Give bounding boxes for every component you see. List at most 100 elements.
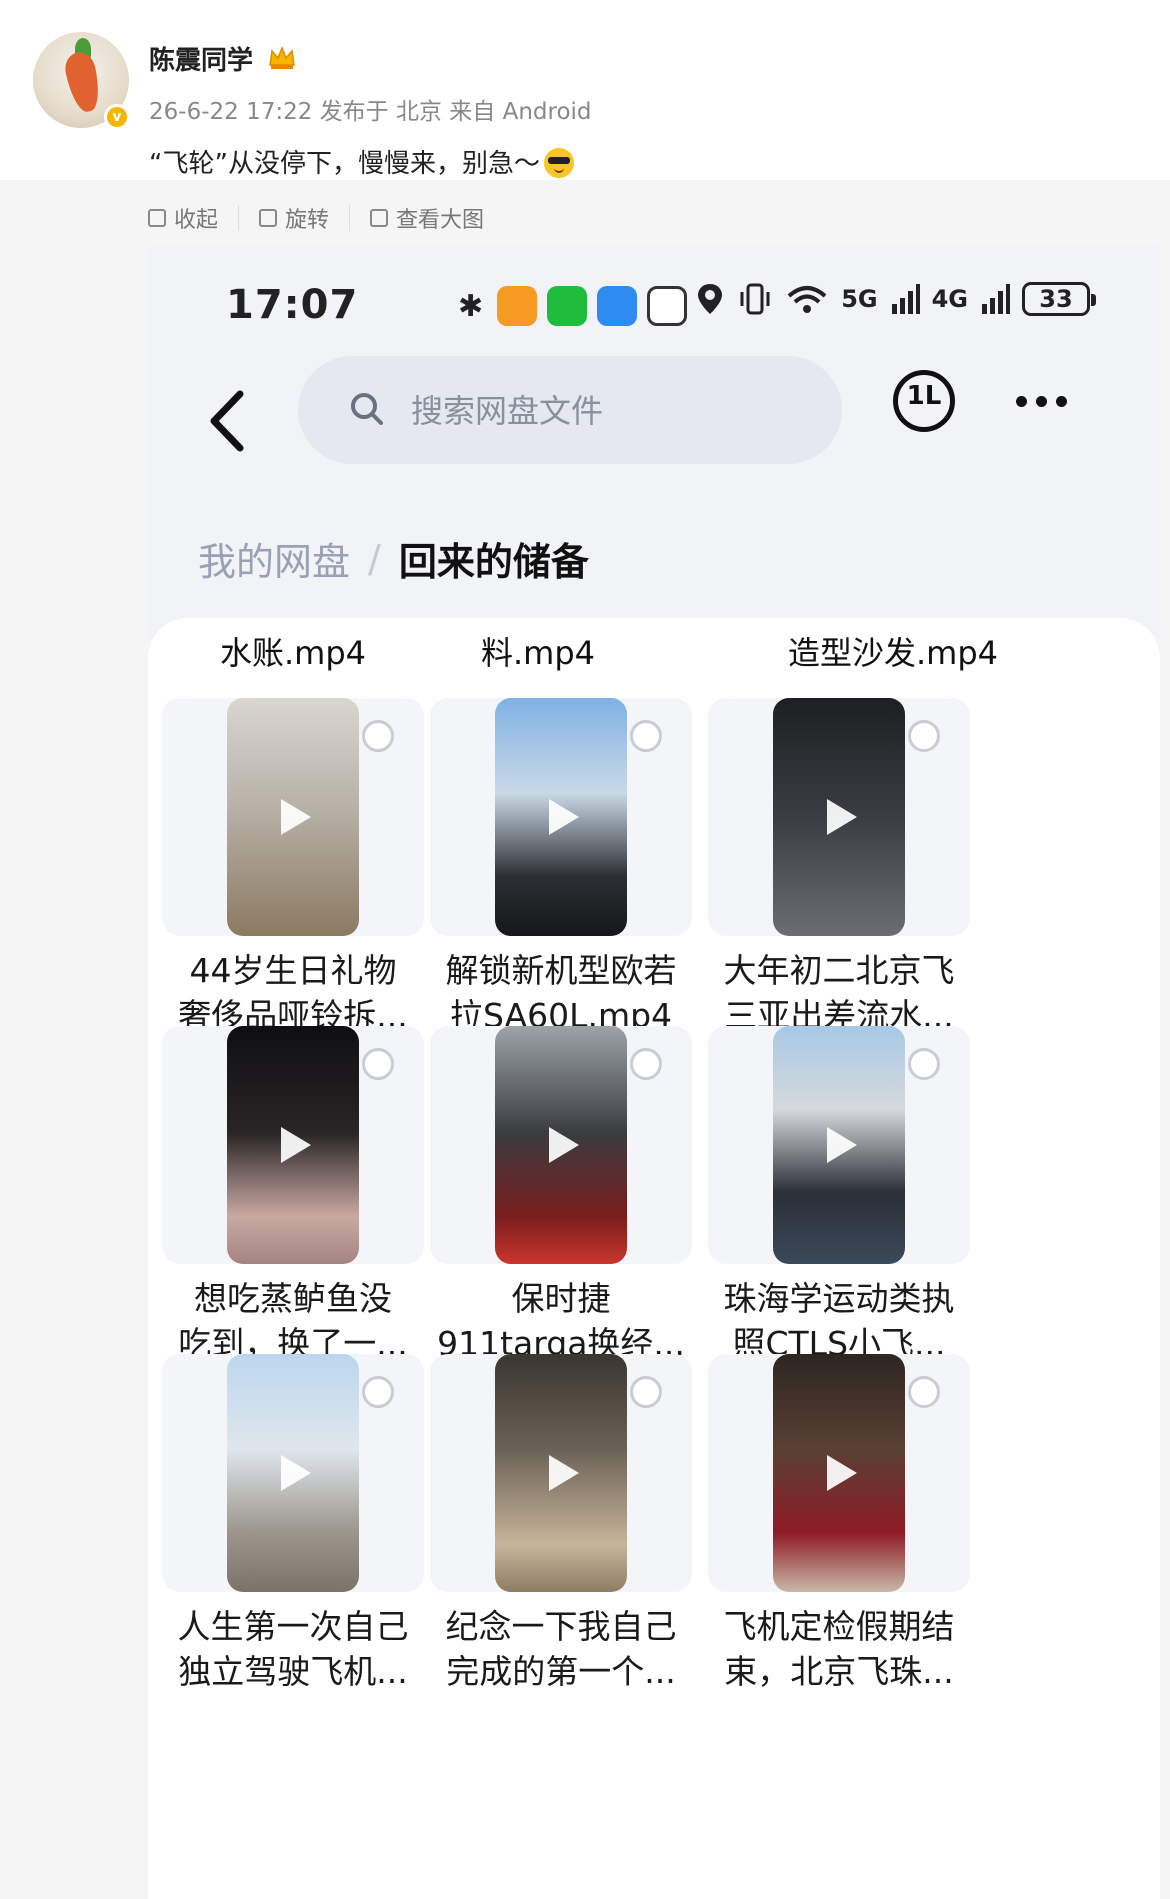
video-thumbnail[interactable] bbox=[773, 1354, 905, 1592]
file-name-line1: 想吃蒸鲈鱼没 bbox=[194, 1279, 392, 1318]
file-name[interactable]: 纪念一下我自己 完成的第一个... bbox=[411, 1604, 711, 1694]
select-checkbox[interactable] bbox=[630, 1376, 662, 1408]
search-icon bbox=[351, 393, 383, 425]
vibrate-icon bbox=[740, 283, 770, 315]
play-icon bbox=[549, 1455, 579, 1491]
file-name[interactable]: 大年初二北京飞 三亚出差流水... bbox=[689, 948, 989, 1038]
video-thumbnail[interactable] bbox=[227, 1026, 359, 1264]
breadcrumb-separator: / bbox=[368, 536, 381, 581]
signal-bars-icon bbox=[982, 284, 1010, 314]
status-notification-icons: ✱ bbox=[458, 286, 688, 326]
bluetooth-icon: ✱ bbox=[458, 288, 484, 324]
video-tile[interactable] bbox=[708, 1354, 970, 1592]
post-header: v 陈震同学 26-6-22 17:22 发布于 北京 来自 Android “… bbox=[0, 0, 1170, 180]
post-meta: 26-6-22 17:22 发布于 北京 来自 Android bbox=[149, 99, 592, 125]
breadcrumb: 我的网盘 / 回来的储备 bbox=[198, 531, 589, 586]
video-tile[interactable] bbox=[162, 698, 424, 936]
file-name-partial[interactable]: 造型沙发.mp4 bbox=[713, 628, 1073, 674]
video-thumbnail[interactable] bbox=[773, 1026, 905, 1264]
breadcrumb-root[interactable]: 我的网盘 bbox=[198, 531, 350, 586]
file-name-line1: 珠海学运动类执 bbox=[723, 1279, 955, 1318]
status-system-icons: 5G 4G 33 bbox=[695, 282, 1096, 316]
file-name-line1: 大年初二北京飞 bbox=[723, 951, 955, 990]
select-checkbox[interactable] bbox=[908, 1376, 940, 1408]
video-thumbnail[interactable] bbox=[773, 698, 905, 936]
video-tile[interactable] bbox=[708, 1026, 970, 1264]
play-icon bbox=[827, 1455, 857, 1491]
video-tile[interactable] bbox=[430, 1354, 692, 1592]
phone-screenshot[interactable]: 17:07 ✱ 5G 4G 33 搜索网盘文件 1L 我的网盘 / 回来的储备 … bbox=[148, 246, 1160, 1899]
wechat-icon bbox=[547, 286, 588, 326]
signal-5g-label: 5G bbox=[841, 285, 878, 313]
file-name-line1: 44岁生日礼物 bbox=[189, 951, 397, 990]
select-checkbox[interactable] bbox=[908, 1048, 940, 1080]
file-name[interactable]: 飞机定检假期结 束，北京飞珠... bbox=[689, 1604, 989, 1694]
file-name-line1: 人生第一次自己 bbox=[177, 1607, 409, 1646]
video-tile[interactable] bbox=[162, 1354, 424, 1592]
file-name[interactable]: 解锁新机型欧若 拉SA60L.mp4 bbox=[411, 948, 711, 1038]
video-thumbnail[interactable] bbox=[495, 698, 627, 936]
select-checkbox[interactable] bbox=[908, 720, 940, 752]
status-bar: 17:07 ✱ 5G 4G 33 bbox=[148, 246, 1160, 356]
file-name-line2: 完成的第一个... bbox=[446, 1652, 676, 1691]
post-text: “飞轮”从没停下，慢慢来，别急～ bbox=[149, 143, 574, 180]
location-icon bbox=[698, 284, 723, 314]
search-input[interactable]: 搜索网盘文件 bbox=[298, 356, 842, 464]
file-name-partial[interactable]: 水账.mp4 bbox=[158, 628, 428, 674]
select-checkbox[interactable] bbox=[630, 1048, 662, 1080]
signal-bars-icon bbox=[891, 284, 920, 314]
video-tile[interactable] bbox=[708, 698, 970, 936]
hand-icon bbox=[647, 286, 688, 326]
rotate-button[interactable]: 旋转 bbox=[239, 202, 349, 234]
rotate-icon bbox=[259, 209, 278, 227]
file-grid: 水账.mp4 料.mp4 造型沙发.mp4 44岁生日礼物 奢侈品哑铃拆... 解锁… bbox=[148, 618, 1160, 1899]
video-thumbnail[interactable] bbox=[227, 698, 359, 936]
select-checkbox[interactable] bbox=[362, 1048, 394, 1080]
signal-4g-label: 4G bbox=[931, 285, 968, 313]
file-name[interactable]: 人生第一次自己 独立驾驶飞机... bbox=[148, 1604, 443, 1694]
verified-badge-icon: v bbox=[104, 104, 130, 130]
username[interactable]: 陈震同学 bbox=[149, 40, 253, 77]
battery-indicator: 33 bbox=[1022, 282, 1096, 316]
message-icon bbox=[597, 286, 638, 326]
back-arrow-icon[interactable] bbox=[200, 386, 260, 456]
file-name-line2: 束，北京飞珠... bbox=[724, 1652, 954, 1691]
file-name-line2: 独立驾驶飞机... bbox=[178, 1652, 408, 1691]
select-checkbox[interactable] bbox=[362, 720, 394, 752]
play-icon bbox=[281, 1127, 311, 1163]
partial-row: 水账.mp4 料.mp4 造型沙发.mp4 bbox=[148, 618, 1160, 678]
play-icon bbox=[827, 1127, 857, 1163]
file-name-line1: 保时捷 bbox=[511, 1279, 611, 1318]
app-orange-icon bbox=[497, 286, 538, 326]
file-name[interactable]: 珠海学运动类执 照CTLS小飞... bbox=[689, 1276, 989, 1366]
select-checkbox[interactable] bbox=[362, 1376, 394, 1408]
file-name-line1: 飞机定检假期结 bbox=[723, 1607, 955, 1646]
file-name-partial[interactable]: 料.mp4 bbox=[403, 628, 673, 674]
crown-icon bbox=[269, 45, 295, 69]
video-tile[interactable] bbox=[162, 1026, 424, 1264]
sort-icon: 1L bbox=[906, 381, 942, 411]
file-name[interactable]: 想吃蒸鲈鱼没 吃到，换了一... bbox=[148, 1276, 443, 1366]
carrot-icon bbox=[62, 49, 104, 115]
wifi-icon bbox=[787, 286, 827, 313]
play-icon bbox=[281, 1455, 311, 1491]
video-thumbnail[interactable] bbox=[495, 1026, 627, 1264]
file-name-line1: 纪念一下我自己 bbox=[445, 1607, 677, 1646]
video-tile[interactable] bbox=[430, 1026, 692, 1264]
video-tile[interactable] bbox=[430, 698, 692, 936]
view-large-button[interactable]: 查看大图 bbox=[350, 202, 504, 234]
play-icon bbox=[549, 799, 579, 835]
video-thumbnail[interactable] bbox=[495, 1354, 627, 1592]
more-options-icon[interactable] bbox=[1016, 396, 1067, 407]
rotate-label: 旋转 bbox=[285, 208, 330, 233]
file-name[interactable]: 44岁生日礼物 奢侈品哑铃拆... bbox=[148, 948, 443, 1038]
collapse-button[interactable]: 收起 bbox=[148, 202, 238, 234]
search-placeholder: 搜索网盘文件 bbox=[411, 392, 604, 430]
play-icon bbox=[281, 799, 311, 835]
view-large-label: 查看大图 bbox=[396, 208, 485, 233]
video-thumbnail[interactable] bbox=[227, 1354, 359, 1592]
sort-button[interactable]: 1L bbox=[893, 370, 955, 432]
select-checkbox[interactable] bbox=[630, 720, 662, 752]
image-toolbar: 收起 旋转 查看大图 bbox=[148, 198, 504, 238]
file-name[interactable]: 保时捷 911targa换经... bbox=[411, 1276, 711, 1366]
